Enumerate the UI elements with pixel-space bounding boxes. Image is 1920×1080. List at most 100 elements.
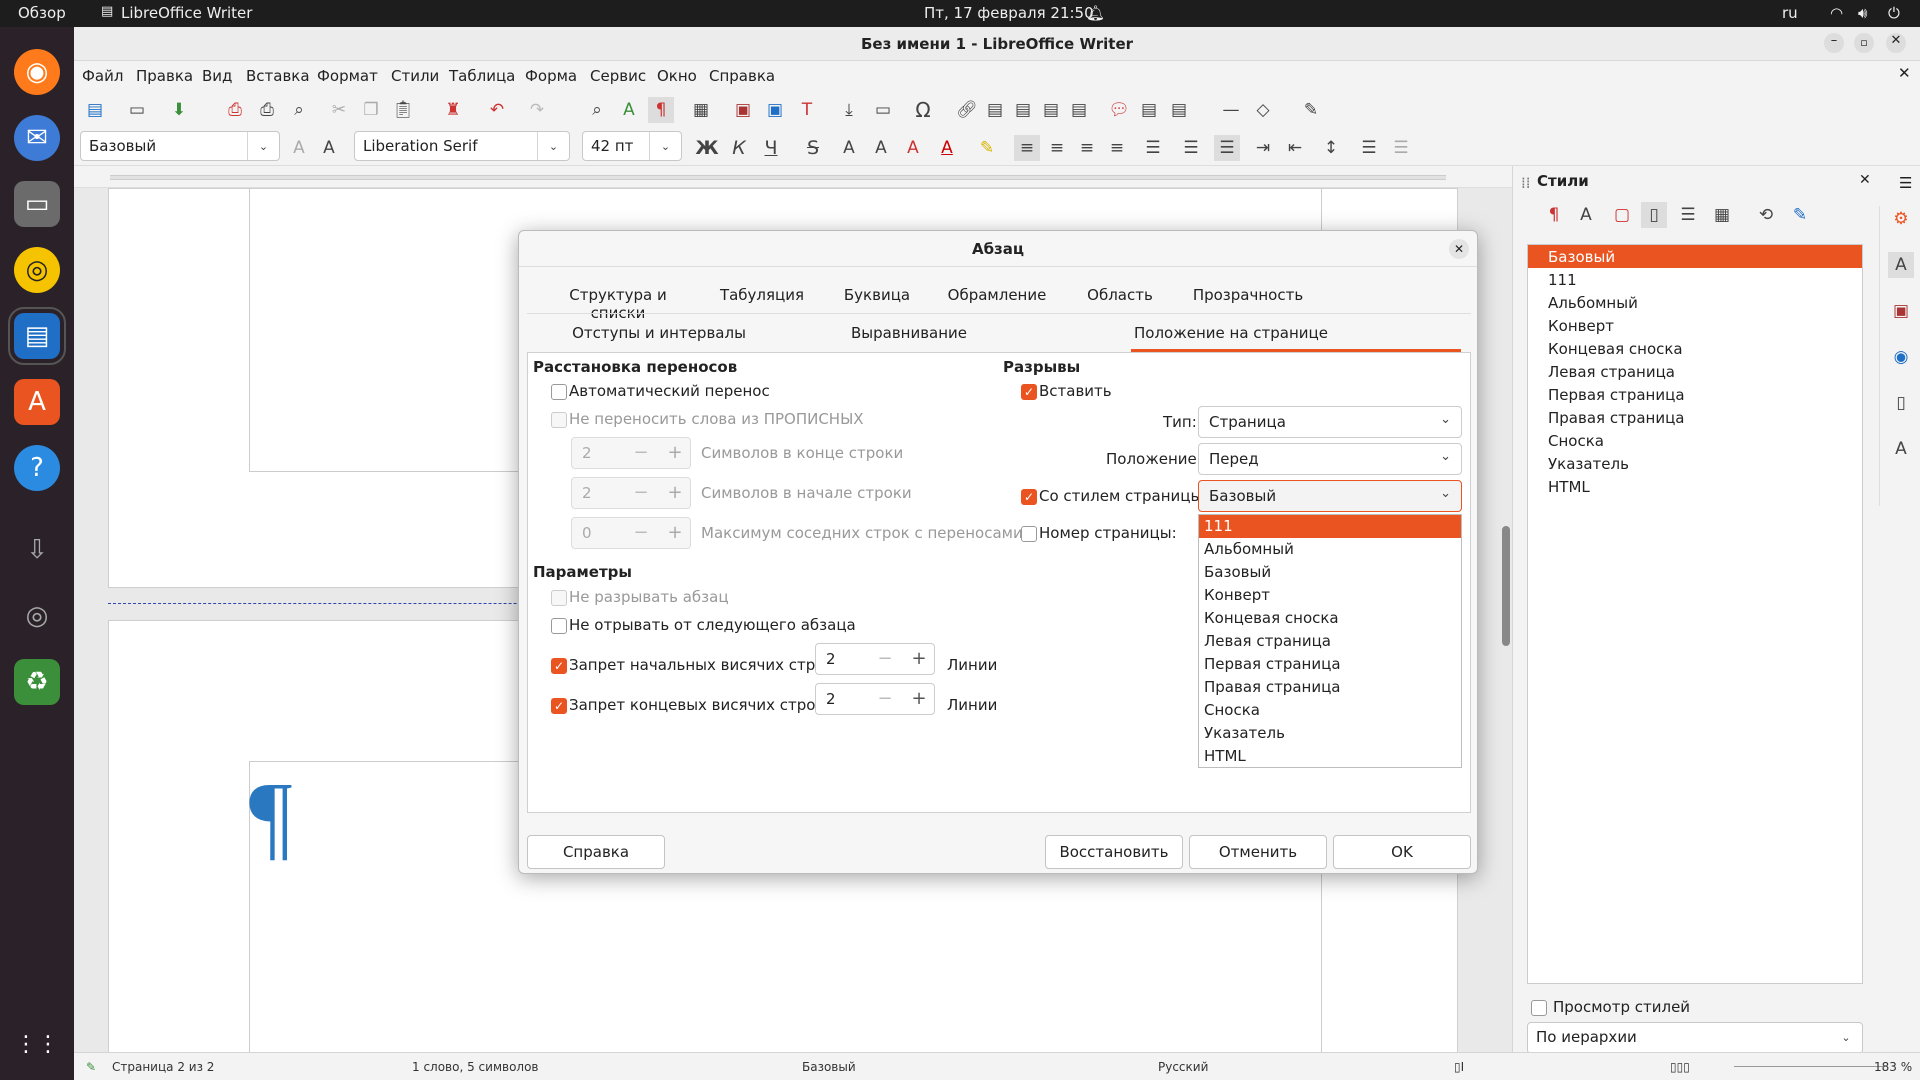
paragraph-style-combo[interactable]: Базовый ⌄ [80, 131, 280, 161]
menu-table[interactable]: Таблица [449, 67, 515, 85]
insert-field-icon[interactable]: ▭ [870, 97, 896, 123]
tab-transparency[interactable]: Прозрачность [1183, 286, 1313, 304]
frame-styles-icon[interactable]: ▢ [1609, 202, 1635, 228]
style-item[interactable]: Базовый [1548, 248, 1615, 266]
spelling-icon[interactable]: A [616, 97, 642, 123]
page-count[interactable]: Страница 2 из 2 [112, 1060, 214, 1074]
chevron-down-icon[interactable]: ⌄ [537, 132, 569, 160]
bookmark-icon[interactable]: ▤ [1038, 97, 1064, 123]
no-caps-checkbox[interactable] [551, 412, 567, 428]
chevron-down-icon[interactable]: ⌄ [1830, 1023, 1862, 1051]
dropdown-option[interactable]: Альбомный [1199, 538, 1461, 561]
rhythmbox-icon[interactable]: ◎ [14, 247, 60, 293]
increase-indent-icon[interactable]: ⇥ [1250, 135, 1276, 161]
insert-chart-icon[interactable]: ▣ [762, 97, 788, 123]
chevron-down-icon[interactable]: ⌄ [649, 132, 681, 160]
trash-icon[interactable]: ♻ [14, 659, 60, 705]
cancel-button[interactable]: Отменить [1189, 835, 1327, 869]
firefox-icon[interactable]: ◉ [14, 49, 60, 95]
tab-alignment[interactable]: Выравнивание [819, 324, 999, 342]
page-style-select[interactable]: Базовый ⌄ [1198, 480, 1462, 512]
close-document-icon[interactable]: ✕ [1898, 64, 1911, 82]
find-replace-icon[interactable]: ⌕ [584, 97, 610, 123]
formatting-marks-icon[interactable]: ¶ [648, 97, 674, 123]
keyboard-language[interactable]: ru [1782, 4, 1798, 22]
dropdown-option[interactable]: 111 [1199, 515, 1461, 538]
paragraph-styles-icon[interactable]: ¶ [1541, 202, 1567, 228]
menu-format[interactable]: Формат [317, 67, 378, 85]
insert-textbox-icon[interactable]: T [794, 97, 820, 123]
page-number-checkbox[interactable] [1021, 526, 1037, 542]
files-icon[interactable]: ▭ [14, 181, 60, 227]
page-style-status[interactable]: Базовый [802, 1060, 856, 1074]
gallery-icon[interactable]: ▣ [1888, 298, 1914, 324]
decrement-icon[interactable]: − [624, 478, 658, 508]
tab-tabs[interactable]: Табуляция [707, 286, 817, 304]
maximize-icon[interactable]: ▫ [1854, 33, 1874, 53]
numbered-list-icon[interactable]: ☰ [1178, 135, 1204, 161]
dropdown-option[interactable]: Базовый [1199, 561, 1461, 584]
keep-next-checkbox[interactable] [551, 618, 567, 634]
character-styles-icon[interactable]: A [1573, 202, 1599, 228]
style-item[interactable]: Указатель [1548, 455, 1629, 473]
export-pdf-icon[interactable]: ⎙ [222, 97, 248, 123]
track-changes-icon[interactable]: ▤ [1136, 97, 1162, 123]
style-item[interactable]: Концевая сноска [1548, 340, 1683, 358]
comment-icon[interactable]: 💬︎ [1106, 97, 1132, 123]
style-item[interactable]: Правая страница [1548, 409, 1684, 427]
max-lines-spinner[interactable]: 0 − + [571, 517, 691, 549]
dropdown-option[interactable]: HTML [1199, 745, 1461, 768]
font-name-combo[interactable]: Liberation Serif ⌄ [354, 131, 570, 161]
break-type-select[interactable]: Страница ⌄ [1198, 406, 1462, 438]
styles-deck-icon[interactable]: A [1888, 252, 1914, 278]
menu-file[interactable]: Файл [82, 67, 123, 85]
sidebar-menu-icon[interactable]: ☰ [1899, 174, 1912, 192]
zoom-slider[interactable] [1734, 1066, 1884, 1067]
menu-view[interactable]: Вид [202, 67, 232, 85]
styles-filter-combo[interactable]: По иерархии ⌄ [1527, 1022, 1863, 1054]
disc-icon[interactable]: ◎ [14, 593, 60, 639]
app-menu-label[interactable]: LibreOffice Writer [121, 4, 252, 22]
subscript-icon[interactable]: A [868, 135, 894, 161]
table-styles-icon[interactable]: ▦ [1709, 202, 1735, 228]
clock[interactable]: Пт, 17 февраля 21:50 [924, 4, 1094, 22]
redo-icon[interactable]: ↷ [524, 97, 550, 123]
cut-icon[interactable]: ✂ [326, 97, 352, 123]
print-icon[interactable]: ⎙ [254, 97, 280, 123]
decrease-spacing-icon[interactable]: ☰ [1388, 135, 1414, 161]
volume-icon[interactable]: 🔊︎ [1858, 4, 1867, 22]
minimize-icon[interactable]: – [1824, 33, 1844, 53]
dropdown-option[interactable]: Левая страница [1199, 630, 1461, 653]
power-icon[interactable]: ⏻ [1888, 4, 1900, 22]
clone-format-icon[interactable]: ♜ [440, 97, 466, 123]
with-page-style-checkbox[interactable]: ✓ [1021, 489, 1037, 505]
widow-spinner[interactable]: 2 − + [815, 683, 935, 715]
app-grid-icon[interactable]: ⋮⋮ [14, 1021, 60, 1067]
thunderbird-icon[interactable]: ✉ [14, 115, 60, 161]
decrease-indent-icon[interactable]: ⇤ [1282, 135, 1308, 161]
software-icon[interactable]: A [14, 379, 60, 425]
hyperlink-icon[interactable]: 🔗︎ [954, 97, 980, 123]
ok-button[interactable]: OK [1333, 835, 1471, 869]
help-button[interactable]: Справка [527, 835, 665, 869]
usb-icon[interactable]: ⇩ [14, 527, 60, 573]
insert-break-checkbox[interactable]: ✓ [1021, 384, 1037, 400]
close-window-icon[interactable]: ✕ [1886, 33, 1906, 53]
style-item[interactable]: 111 [1548, 271, 1577, 289]
font-size-combo[interactable]: 42 пт ⌄ [582, 131, 682, 161]
menu-insert[interactable]: Вставка [246, 67, 310, 85]
align-right-icon[interactable]: ≡ [1074, 135, 1100, 161]
close-dialog-icon[interactable]: ✕ [1449, 239, 1469, 259]
outline-icon[interactable]: ☰ [1214, 135, 1240, 161]
help-icon[interactable]: ? [14, 445, 60, 491]
templates-icon[interactable]: ▭ [124, 97, 150, 123]
increment-icon[interactable]: + [902, 684, 936, 714]
font-color-icon[interactable]: A [934, 135, 960, 161]
copy-icon[interactable]: ❐ [358, 97, 384, 123]
menu-styles[interactable]: Стили [391, 67, 439, 85]
increase-spacing-icon[interactable]: ☰ [1356, 135, 1382, 161]
reset-button[interactable]: Восстановить [1045, 835, 1183, 869]
overview-button[interactable]: Обзор [18, 4, 66, 22]
align-center-icon[interactable]: ≡ [1044, 135, 1070, 161]
menu-window[interactable]: Окно [657, 67, 697, 85]
